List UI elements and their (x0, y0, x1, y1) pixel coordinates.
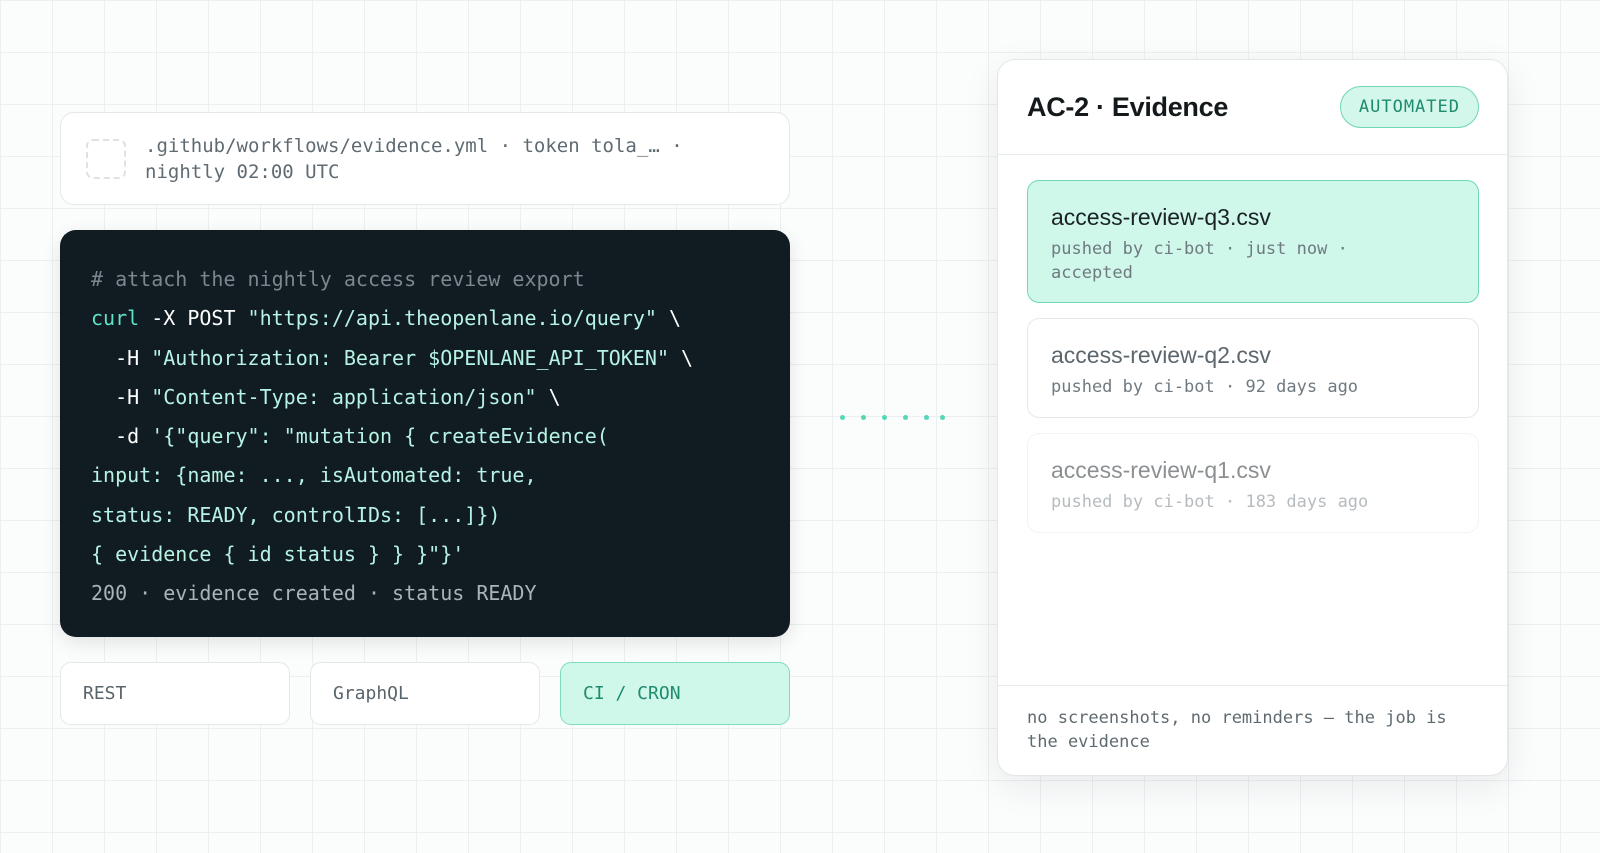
tab-rest[interactable]: REST (60, 662, 290, 725)
code-command: curl (91, 306, 140, 331)
code-string: '{"query": "mutation { createEvidence( (151, 424, 609, 449)
code-string: { evidence { id status } } }"}' (91, 542, 465, 567)
code-comment: # attach the nightly access review expor… (91, 267, 585, 291)
evidence-file-name: access-review-q3.csv (1051, 204, 1271, 230)
code-snippet: # attach the nightly access review expor… (60, 230, 790, 637)
evidence-panel: AC-2 · Evidence AUTOMATED access-review-… (997, 59, 1508, 776)
code-url: "https://api.theopenlane.io/query" (247, 306, 657, 331)
code-string: input: {name: ..., isAutomated: true, (91, 463, 537, 488)
code-line-2: -H "Authorization: Bearer $OPENLANE_API_… (91, 339, 790, 378)
code-line-1: curl -X POST "https://api.theopenlane.io… (91, 299, 790, 338)
code-string: status: READY, controlIDs: [...]}) (91, 502, 501, 527)
connector-dots (840, 415, 950, 421)
workflow-source-text: .github/workflows/evidence.yml · token t… (145, 134, 683, 183)
evidence-item-q2[interactable]: access-review-q2.csv pushed by ci-bot · … (1027, 318, 1479, 418)
code-string: "Content-Type: application/json" (151, 384, 537, 409)
code-continuation: \ (656, 306, 682, 331)
code-line-7: { evidence { id status } } }"}' (91, 535, 790, 574)
code-continuation: \ (668, 345, 694, 370)
code-flag: -d (91, 424, 152, 449)
code-flags: -X POST (139, 306, 248, 331)
panel-header: AC-2 · Evidence AUTOMATED (998, 60, 1507, 155)
code-string: "Authorization: Bearer $OPENLANE_API_TOK… (151, 345, 669, 370)
evidence-meta: pushed by ci-bot · just now · accepted (1051, 239, 1348, 283)
code-line-3: -H "Content-Type: application/json" \ (91, 378, 790, 417)
code-flag: -H (91, 345, 152, 370)
evidence-item-q1[interactable]: access-review-q1.csv pushed by ci-bot · … (1027, 433, 1479, 533)
evidence-meta: pushed by ci-bot · 92 days ago (1051, 377, 1359, 397)
code-line-result: 200 · evidence created · status READY (91, 574, 790, 613)
code-line-6: status: READY, controlIDs: [...]}) (91, 496, 790, 535)
automated-badge: AUTOMATED (1339, 86, 1479, 128)
code-flag: -H (91, 384, 152, 409)
evidence-meta: pushed by ci-bot · 183 days ago (1051, 492, 1369, 512)
panel-title: AC-2 · Evidence (1027, 91, 1229, 122)
tab-ci-cron[interactable]: CI / CRON (560, 662, 790, 725)
placeholder-icon (86, 138, 126, 179)
evidence-item-q3[interactable]: access-review-q3.csv pushed by ci-bot · … (1027, 180, 1479, 303)
code-result: 200 · evidence created · status READY (91, 581, 537, 606)
code-line-4: -d '{"query": "mutation { createEvidence… (91, 417, 790, 456)
code-continuation: \ (536, 384, 561, 409)
tab-graphql[interactable]: GraphQL (310, 662, 540, 725)
workflow-source-bar: .github/workflows/evidence.yml · token t… (60, 112, 790, 205)
evidence-file-name: access-review-q2.csv (1051, 342, 1271, 368)
panel-footer-note: no screenshots, no reminders — the job i… (998, 685, 1507, 775)
code-line-comment: # attach the nightly access review expor… (91, 260, 790, 299)
code-line-5: input: {name: ..., isAutomated: true, (91, 456, 790, 495)
evidence-file-name: access-review-q1.csv (1051, 457, 1271, 483)
